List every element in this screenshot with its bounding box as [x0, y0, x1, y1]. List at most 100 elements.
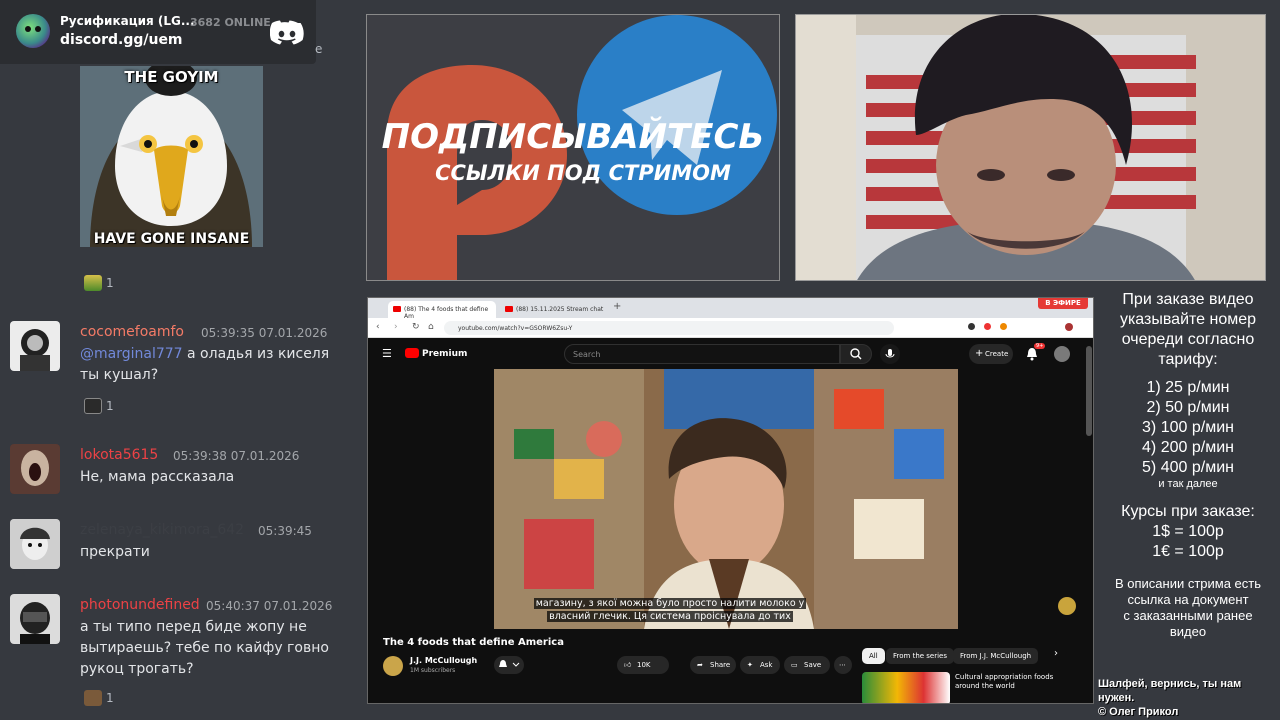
video-player[interactable]: магазину, з якої можна було просто налит…	[368, 369, 1086, 629]
invite-link[interactable]: discord.gg/uem	[60, 32, 183, 48]
sparkle-icon: ✦	[747, 661, 753, 669]
timestamp: 05:39:38 07.01.2026	[173, 449, 300, 463]
meme-image[interactable]: THE GOYIM HAVE GONE INSANE	[80, 66, 263, 247]
notifications-icon[interactable]	[1026, 347, 1038, 361]
subscribed-bell-button[interactable]	[494, 656, 524, 674]
search-button[interactable]	[840, 344, 872, 364]
menu-icon[interactable]: ☰	[382, 347, 392, 360]
ask-label: Ask	[760, 661, 773, 669]
save-button[interactable]: ▭ Save	[784, 656, 830, 674]
price-tier: 1) 25 р/мин	[1146, 379, 1230, 396]
youtube-favicon-icon	[505, 306, 513, 312]
subscribe-banner: ПОДПИСЫВАЙТЕСЬ ССЫЛКИ ПОД СТРИМОМ	[366, 14, 780, 281]
price-panel: При заказе видео указывайте номер очеред…	[1096, 290, 1280, 640]
timestamp: 05:39:45	[258, 524, 312, 538]
recommended-title[interactable]: Cultural appropriation foods around the …	[955, 673, 1065, 691]
rates-title: Курсы при заказе:	[1121, 503, 1255, 520]
account-avatar[interactable]	[1054, 346, 1070, 362]
browser-window: (88) The 4 foods that define Am (88) 15.…	[367, 297, 1094, 704]
reaction-pill[interactable]: 1	[84, 690, 114, 706]
create-button[interactable]: + Create	[969, 344, 1013, 364]
youtube-logo-icon[interactable]	[405, 348, 419, 358]
reaction-count: 1	[106, 276, 114, 290]
tab-stream-chat[interactable]: (88) 15.11.2025 Stream chat	[500, 301, 605, 318]
price-intro: тарифу:	[1158, 351, 1218, 368]
message-text: Не, мама рассказала	[80, 469, 235, 485]
server-name: Русификация (LG...	[60, 14, 195, 28]
price-intro: указывайте номер	[1119, 311, 1257, 328]
reaction-emoji-icon	[84, 275, 102, 291]
server-avatar	[16, 14, 50, 48]
share-button[interactable]: ➦ Share	[690, 656, 736, 674]
youtube-favicon-icon	[393, 306, 401, 312]
subtitle-line: магазину, з якої можна було просто налит…	[533, 598, 807, 609]
subscriber-count: 1M subscribers	[410, 667, 456, 674]
chip-all[interactable]: All	[862, 648, 885, 664]
video-frame	[494, 369, 958, 629]
recommended-thumbnail[interactable]	[862, 672, 950, 703]
online-count: 3682 ONLINE	[190, 16, 271, 29]
new-tab-icon[interactable]: +	[613, 301, 621, 312]
chip-series[interactable]: From the series	[886, 648, 955, 664]
profile-icon[interactable]	[1065, 323, 1073, 331]
tab-youtube[interactable]: (88) The 4 foods that define Am	[388, 301, 496, 320]
rate-line: 1€ = 100р	[1152, 543, 1224, 560]
ask-button[interactable]: ✦ Ask	[740, 656, 780, 674]
credits-line: Шалфей, вернись, ты нам нужен.	[1098, 678, 1242, 704]
url-field[interactable]: youtube.com/watch?v=GSORW6Zsu-Y	[444, 321, 894, 335]
extension-icon[interactable]	[968, 323, 975, 330]
price-etc: и так далее	[1158, 478, 1218, 490]
user-avatar[interactable]	[10, 519, 60, 569]
description-note: с заказанными ранее	[1123, 608, 1253, 623]
streamer-webcam-image	[796, 15, 1265, 280]
username[interactable]: cocomefoamfo	[80, 324, 184, 340]
page-scrollbar[interactable]	[1086, 346, 1092, 436]
channel-watermark-icon[interactable]	[1058, 597, 1076, 615]
username[interactable]: zelenaya_kikimora_642	[80, 522, 244, 538]
share-icon: ➦	[697, 661, 703, 669]
credits-text: Шалфей, вернись, ты нам нужен. © Олег Пр…	[1098, 677, 1280, 719]
price-tier: 3) 100 р/мин	[1142, 419, 1234, 436]
widget-overflow-char: e	[315, 42, 323, 56]
like-count: 10K	[637, 661, 651, 669]
thumbs-up-icon: 👍︎	[624, 661, 632, 669]
price-intro: При заказе видео	[1122, 291, 1254, 308]
video-thumbnail-image	[494, 369, 958, 629]
more-actions-button[interactable]: ⋯	[834, 656, 852, 674]
back-icon[interactable]: ‹	[376, 322, 380, 332]
reaction-pill[interactable]: 1	[84, 275, 114, 291]
user-avatar[interactable]	[10, 321, 60, 371]
channel-name[interactable]: J.J. McCullough	[410, 656, 477, 665]
extension-icon[interactable]	[1000, 323, 1007, 330]
subtitle-line: власний глечик. Ця система проіснувала д…	[547, 611, 793, 622]
user-avatar[interactable]	[10, 444, 60, 494]
rate-line: 1$ = 100р	[1152, 523, 1224, 540]
chip-channel[interactable]: From J.J. McCullough	[953, 648, 1039, 664]
discord-widget[interactable]: Русификация (LG... 3682 ONLINE discord.g…	[0, 0, 316, 64]
extension-icon[interactable]	[984, 323, 991, 330]
discord-logo-icon	[270, 20, 304, 45]
search-icon	[850, 348, 862, 360]
tab-label: (88) 15.11.2025 Stream chat	[516, 306, 604, 313]
reaction-count: 1	[106, 399, 114, 413]
chevron-right-icon[interactable]: ›	[1054, 648, 1058, 659]
forward-icon[interactable]: ›	[394, 322, 398, 332]
search-input[interactable]: Search	[564, 344, 840, 364]
user-avatar[interactable]	[10, 594, 60, 644]
price-intro: очереди согласно	[1121, 331, 1255, 348]
reaction-count: 1	[106, 691, 114, 705]
username[interactable]: photonundefined	[80, 597, 200, 613]
message-text: прекрати	[80, 544, 150, 560]
timestamp: 05:39:35 07.01.2026	[201, 326, 328, 340]
reaction-pill[interactable]: 1	[84, 398, 114, 414]
channel-avatar[interactable]	[383, 656, 403, 676]
price-tier: 2) 50 р/мин	[1146, 399, 1230, 416]
address-bar: ‹ › ↻ ⌂ youtube.com/watch?v=GSORW6Zsu-Y	[368, 318, 1093, 338]
username[interactable]: lokota5615	[80, 447, 158, 463]
user-mention[interactable]: @marginal777	[80, 346, 183, 362]
mic-button[interactable]	[880, 344, 900, 364]
notification-badge: 9+	[1034, 343, 1046, 349]
reload-icon[interactable]: ↻	[412, 322, 420, 332]
like-button[interactable]: 👍︎ 10K	[617, 656, 669, 674]
home-icon[interactable]: ⌂	[428, 322, 434, 332]
